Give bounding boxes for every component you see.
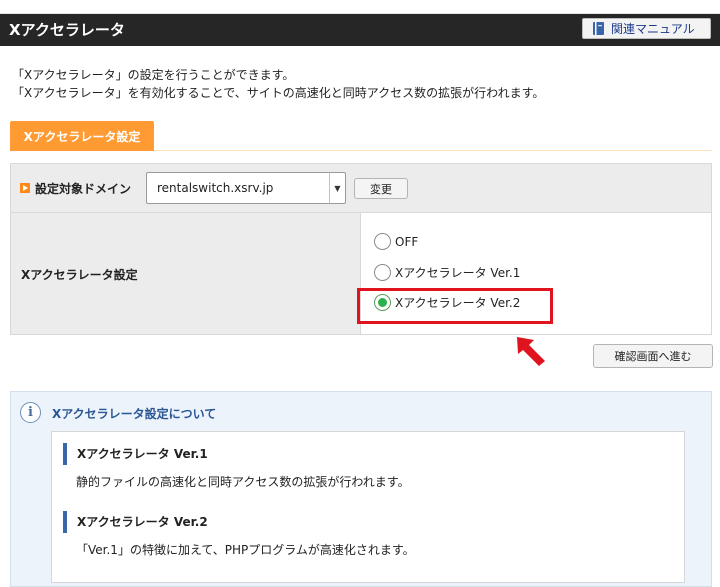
accelerator-label-cell: Xアクセラレータ設定: [11, 213, 361, 334]
orange-arrow-icon: [20, 183, 30, 193]
manual-button[interactable]: 関連マニュアル: [582, 18, 711, 39]
info-content: Xアクセラレータ Ver.1 静的ファイルの高速化と同時アクセス数の拡張が行われ…: [51, 431, 685, 583]
radio-label: OFF: [395, 234, 419, 249]
radio-option-ver1[interactable]: Xアクセラレータ Ver.1: [374, 264, 520, 281]
red-arrow-icon: [517, 337, 545, 366]
domain-label: 設定対象ドメイン: [35, 182, 132, 196]
confirm-button[interactable]: 確認画面へ進む: [593, 344, 713, 368]
info-box: i Xアクセラレータ設定について Xアクセラレータ Ver.1 静的ファイルの高…: [10, 391, 712, 587]
domain-select-value: rentalswitch.xsrv.jp: [157, 181, 274, 195]
ver1-heading: Xアクセラレータ Ver.1: [63, 443, 208, 465]
highlight-box: [357, 288, 553, 324]
ver1-description: 静的ファイルの高速化と同時アクセス数の拡張が行われます。: [76, 475, 410, 489]
page-description: 「Xアクセラレータ」の設定を行うことができます。 「Xアクセラレータ」を有効化す…: [12, 66, 544, 102]
tab-accelerator-settings[interactable]: Xアクセラレータ設定: [10, 121, 154, 151]
description-line-1: 「Xアクセラレータ」の設定を行うことができます。: [12, 68, 295, 82]
radio-button[interactable]: [374, 233, 391, 250]
book-icon: [592, 21, 605, 36]
accelerator-label: Xアクセラレータ設定: [21, 268, 138, 282]
page-title: Xアクセラレータ: [9, 21, 125, 39]
radio-button[interactable]: [374, 264, 391, 281]
domain-select[interactable]: rentalswitch.xsrv.jp ▼: [146, 172, 346, 204]
radio-label: Xアクセラレータ Ver.1: [395, 266, 521, 280]
domain-row: 設定対象ドメイン rentalswitch.xsrv.jp ▼ 変更: [11, 164, 711, 213]
ver2-description: 「Ver.1」の特徴に加えて、PHPプログラムが高速化されます。: [76, 543, 415, 557]
chevron-down-icon: ▼: [329, 173, 345, 203]
info-title: Xアクセラレータ設定について: [52, 407, 217, 421]
tab-bar: Xアクセラレータ設定: [10, 121, 712, 151]
description-line-2: 「Xアクセラレータ」を有効化することで、サイトの高速化と同時アクセス数の拡張が行…: [12, 86, 545, 100]
radio-option-off[interactable]: OFF: [374, 233, 418, 250]
manual-button-label: 関連マニュアル: [611, 22, 695, 36]
info-icon: i: [20, 402, 41, 423]
ver2-heading: Xアクセラレータ Ver.2: [63, 511, 208, 533]
top-strip: [0, 0, 720, 14]
change-domain-button[interactable]: 変更: [354, 178, 408, 199]
